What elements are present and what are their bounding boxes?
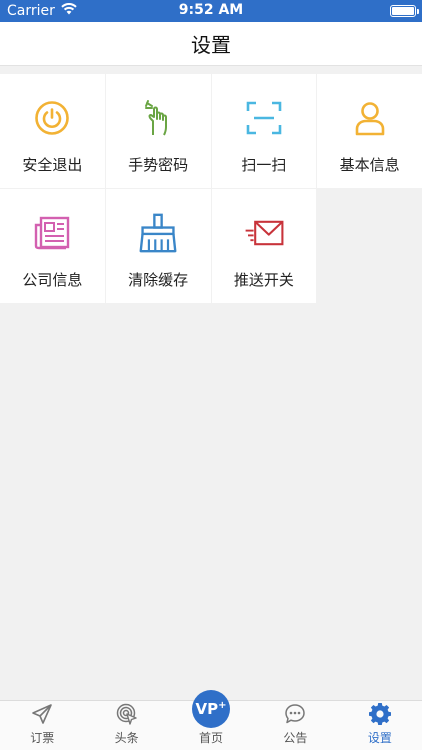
plus-icon: + bbox=[218, 699, 227, 711]
clear-cache-button[interactable]: 清除缓存 bbox=[105, 189, 211, 303]
vp-home-icon[interactable]: VP + bbox=[192, 690, 231, 728]
scan-icon bbox=[244, 98, 284, 138]
scan-label: 扫一扫 bbox=[241, 156, 287, 174]
logout-button[interactable]: 安全退出 bbox=[0, 74, 105, 188]
power-icon bbox=[32, 98, 72, 138]
gear-icon bbox=[368, 702, 392, 726]
gesture-password-label: 手势密码 bbox=[128, 156, 189, 174]
mail-icon bbox=[244, 213, 284, 253]
settings-grid: 安全退出 手势密码 扫一扫 基本信息 公司信息 清除缓存 推送开关 bbox=[0, 74, 422, 303]
clear-cache-label: 清除缓存 bbox=[128, 271, 189, 289]
tab-booking-label: 订票 bbox=[30, 731, 55, 745]
basic-info-button[interactable]: 基本信息 bbox=[317, 74, 422, 188]
tab-announcements[interactable]: 公告 bbox=[253, 701, 337, 750]
chat-bubble-icon bbox=[283, 702, 307, 726]
scan-button[interactable]: 扫一扫 bbox=[211, 74, 317, 188]
tab-bar: 订票 头条 VP + 首页 公告 设置 bbox=[0, 690, 422, 750]
nav-bar: 设置 bbox=[0, 22, 422, 66]
grid-row: 公司信息 清除缓存 推送开关 bbox=[0, 189, 422, 303]
status-time: 9:52 AM bbox=[178, 2, 244, 18]
company-info-label: 公司信息 bbox=[22, 271, 83, 289]
tab-home-label: 首页 bbox=[199, 731, 224, 745]
tab-home[interactable]: VP + 首页 bbox=[169, 690, 253, 750]
radar-icon bbox=[115, 702, 139, 726]
push-toggle-button[interactable]: 推送开关 bbox=[211, 189, 317, 303]
gesture-icon bbox=[138, 98, 178, 138]
user-icon bbox=[350, 98, 390, 138]
tab-settings[interactable]: 设置 bbox=[338, 701, 422, 750]
newspaper-icon bbox=[32, 213, 72, 253]
tab-booking[interactable]: 订票 bbox=[0, 701, 84, 750]
tab-announcements-label: 公告 bbox=[283, 731, 308, 745]
status-bar: Carrier 9:52 AM bbox=[0, 0, 422, 22]
gesture-password-button[interactable]: 手势密码 bbox=[105, 74, 211, 188]
empty-cell bbox=[317, 189, 422, 303]
push-toggle-label: 推送开关 bbox=[233, 271, 294, 289]
home-badge-text: VP bbox=[195, 700, 219, 718]
paper-plane-icon bbox=[30, 702, 54, 726]
company-info-button[interactable]: 公司信息 bbox=[0, 189, 105, 303]
tab-settings-label: 设置 bbox=[367, 731, 392, 745]
basic-info-label: 基本信息 bbox=[339, 156, 400, 174]
tab-headlines[interactable]: 头条 bbox=[84, 701, 168, 750]
battery-icon bbox=[390, 5, 419, 17]
tab-headlines-label: 头条 bbox=[114, 731, 139, 745]
broom-icon bbox=[138, 213, 178, 253]
grid-row: 安全退出 手势密码 扫一扫 基本信息 bbox=[0, 74, 422, 188]
logout-label: 安全退出 bbox=[22, 156, 83, 174]
page-title: 设置 bbox=[191, 33, 231, 57]
